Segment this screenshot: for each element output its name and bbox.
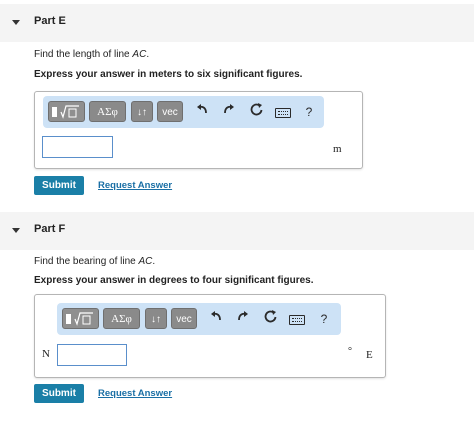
keyboard-icon[interactable] [273,102,293,122]
part-e-request-answer-link[interactable]: Request Answer [98,180,172,191]
templates-button[interactable] [62,308,99,329]
math-toolbar: ΑΣφ ↓↑ vec ? [57,303,341,335]
part-f-title: Part F [34,223,66,235]
part-f-submit-button[interactable]: Submit [34,384,84,403]
collapse-caret-icon[interactable] [12,228,20,233]
reset-icon[interactable] [246,102,266,122]
subscript-superscript-button[interactable]: ↓↑ [145,308,167,329]
degree-symbol-label: ° [348,346,352,357]
part-e-title: Part E [34,15,66,27]
redo-icon[interactable] [219,102,239,122]
undo-icon[interactable] [192,102,212,122]
vector-button[interactable]: vec [171,308,197,329]
math-toolbar: ΑΣφ ↓↑ vec ? [43,96,324,128]
reset-icon[interactable] [260,309,280,329]
length-answer-input[interactable] [42,136,113,158]
vector-button[interactable]: vec [157,101,183,122]
meters-unit-label: m [333,143,342,155]
help-icon[interactable]: ? [299,102,319,122]
part-f-request-answer-link[interactable]: Request Answer [98,388,172,399]
east-suffix-label: E [366,349,373,361]
undo-icon[interactable] [206,309,226,329]
greek-symbols-button[interactable]: ΑΣφ [89,101,126,122]
help-icon[interactable]: ? [314,309,334,329]
part-f-header[interactable]: Part F [0,212,474,250]
keyboard-icon[interactable] [287,309,307,329]
part-f-instruction: Express your answer in degrees to four s… [34,275,314,286]
part-f-question: Find the bearing of line AC. [34,256,156,267]
fraction-radical-icon [66,312,93,326]
north-prefix-label: N [42,348,50,360]
part-e-instruction: Express your answer in meters to six sig… [34,69,303,80]
subscript-superscript-button[interactable]: ↓↑ [131,101,153,122]
part-e-question: Find the length of line AC. [34,49,150,60]
greek-symbols-button[interactable]: ΑΣφ [103,308,140,329]
fraction-radical-icon [52,105,79,119]
part-e-answer-box: ΑΣφ ↓↑ vec ? m [34,91,363,169]
templates-button[interactable] [48,101,85,122]
part-e-submit-button[interactable]: Submit [34,176,84,195]
bearing-answer-input[interactable] [57,344,127,366]
part-e-header[interactable]: Part E [0,4,474,42]
redo-icon[interactable] [233,309,253,329]
collapse-caret-icon[interactable] [12,20,20,25]
part-f-answer-box: ΑΣφ ↓↑ vec ? N ° E [34,294,386,378]
